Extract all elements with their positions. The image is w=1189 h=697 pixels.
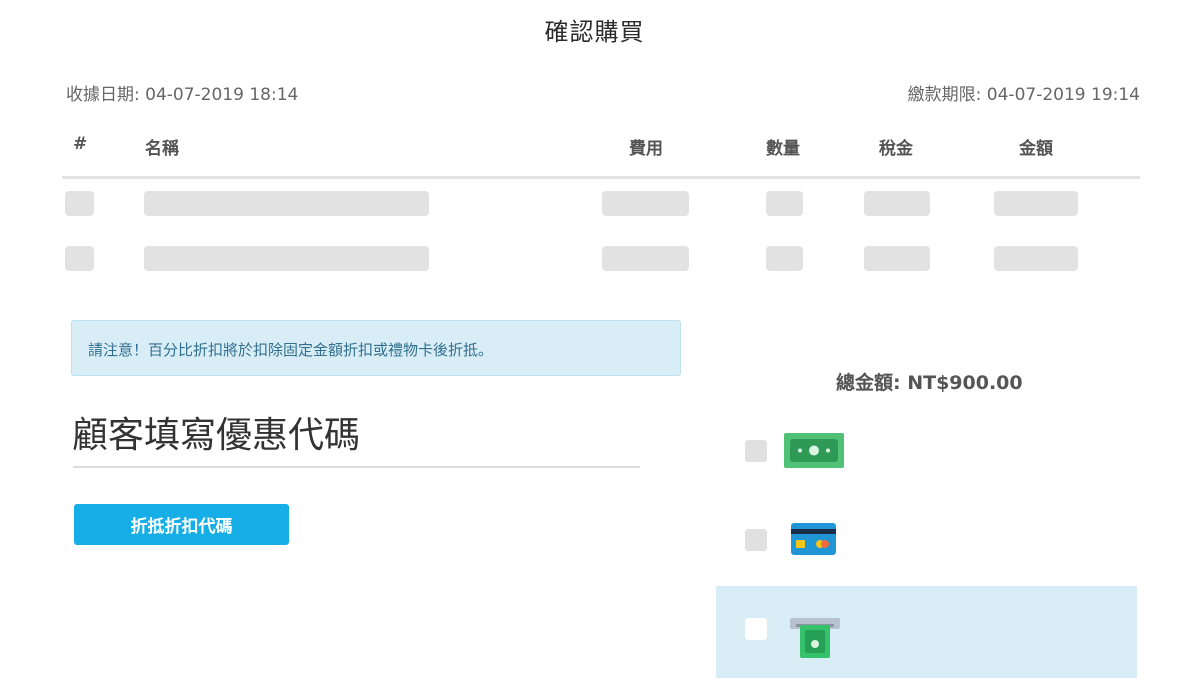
credit-card-icon [791, 523, 836, 555]
payment-checkbox[interactable] [745, 618, 767, 640]
skeleton-cell [602, 191, 689, 216]
payment-option-atm[interactable] [716, 586, 1137, 678]
payment-deadline: 繳款期限: 04-07-2019 19:14 [907, 85, 1140, 105]
skeleton-cell [864, 191, 930, 216]
skeleton-cell [602, 246, 689, 271]
skeleton-cell [65, 191, 94, 216]
cash-icon [784, 433, 844, 468]
skeleton-cell [65, 246, 94, 271]
coupon-heading: 顧客填寫優惠代碼 [72, 415, 361, 456]
skeleton-cell [144, 191, 429, 216]
column-header-index: # [73, 134, 88, 154]
atm-icon [790, 618, 840, 658]
total-amount: 總金額: NT$900.00 [836, 372, 1023, 394]
column-header-tax: 稅金 [879, 139, 913, 159]
skeleton-cell [766, 246, 803, 271]
page-title: 確認購買 [544, 18, 645, 46]
column-header-name: 名稱 [145, 139, 179, 159]
column-header-fee: 費用 [629, 139, 663, 159]
skeleton-cell [766, 191, 803, 216]
skeleton-cell [144, 246, 429, 271]
apply-coupon-button[interactable]: 折抵折扣代碼 [74, 504, 289, 545]
skeleton-cell [994, 246, 1078, 271]
column-header-quantity: 數量 [766, 139, 800, 159]
payment-option-cash[interactable] [716, 406, 1137, 498]
coupon-divider [73, 466, 640, 468]
receipt-date: 收據日期: 04-07-2019 18:14 [66, 85, 299, 105]
table-divider [62, 176, 1140, 179]
payment-checkbox[interactable] [745, 440, 767, 462]
skeleton-cell [994, 191, 1078, 216]
payment-option-credit-card[interactable] [716, 494, 1137, 586]
skeleton-cell [864, 246, 930, 271]
discount-notice: 請注意！百分比折扣將於扣除固定金額折扣或禮物卡後折抵。 [71, 320, 681, 376]
column-header-amount: 金額 [1019, 139, 1053, 159]
payment-checkbox[interactable] [745, 529, 767, 551]
